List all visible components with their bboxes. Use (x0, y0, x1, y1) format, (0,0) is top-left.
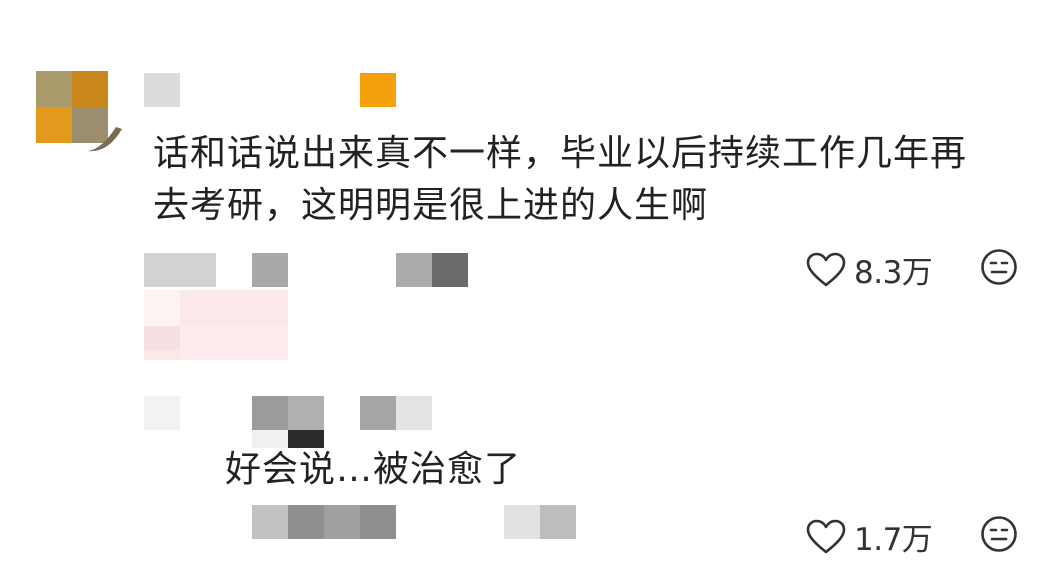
like-count: 8.3万 (854, 255, 933, 291)
avatar-tail (88, 127, 122, 152)
reply-button-redacted[interactable] (396, 253, 432, 287)
avatar-pixel (72, 71, 108, 107)
comment-like[interactable]: 8.3万 (806, 247, 933, 292)
comment-text-line-1: 话和话说出来真不一样，毕业以后持续工作几年再 (153, 133, 968, 174)
username-redacted[interactable] (144, 73, 180, 107)
reply-like[interactable]: 1.7万 (806, 514, 933, 559)
reply-date-redacted (288, 505, 324, 539)
neutral-face-icon[interactable] (980, 515, 1018, 553)
reply-location-redacted (360, 505, 396, 539)
comment-location-redacted (252, 253, 288, 287)
reply-reply-button-redacted[interactable] (504, 505, 540, 539)
comment-text: 话和话说出来真不一样，毕业以后持续工作几年再 去考研，这明明是很上进的人生啊 (153, 128, 967, 232)
reply-date-redacted (252, 505, 288, 539)
reply-date-redacted (324, 505, 360, 539)
reply-badge-redacted (360, 396, 396, 430)
avatar[interactable] (36, 71, 122, 152)
neutral-face-icon[interactable] (980, 248, 1018, 286)
reply-username-redacted[interactable] (252, 396, 288, 430)
redacted-image[interactable] (144, 290, 288, 360)
heart-outline-icon[interactable] (806, 252, 846, 288)
reply-badge-redacted (396, 396, 432, 430)
user-badge-redacted (360, 73, 396, 107)
avatar-pixel (36, 71, 72, 107)
avatar-pixel (36, 107, 72, 143)
like-count: 1.7万 (854, 522, 933, 558)
comment-text-line-2: 去考研，这明明是很上进的人生啊 (153, 185, 709, 226)
reply-avatar-redacted[interactable] (144, 396, 180, 430)
reply-button-redacted[interactable] (432, 253, 468, 287)
reply-text: 好会说…被治愈了 (225, 449, 522, 490)
reply-reply-button-redacted[interactable] (540, 505, 576, 539)
heart-outline-icon[interactable] (806, 519, 846, 555)
comment-date-redacted (144, 253, 216, 287)
reply-username-redacted[interactable] (288, 396, 324, 430)
